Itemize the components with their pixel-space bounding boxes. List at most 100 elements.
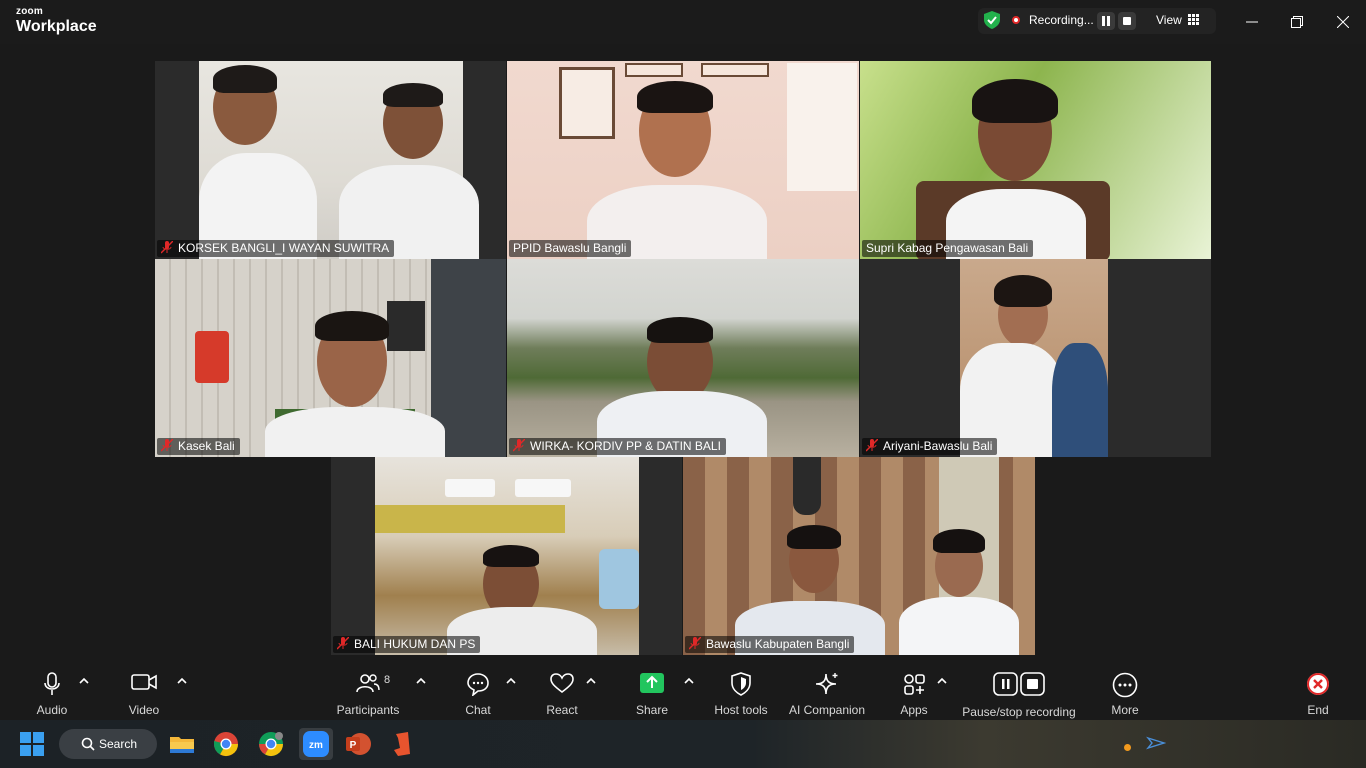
participant-hair [383,83,443,107]
share-options-chevron-up-icon[interactable] [683,676,695,686]
minimize-button[interactable] [1230,8,1274,36]
bawaslu-logo [195,331,229,383]
zoom-app-icon[interactable]: zm [299,728,333,760]
participants-label: Participants [336,703,400,717]
participant-hair [787,525,841,549]
participant-name: WIRKA- KORDIV PP & DATIN BALI [530,439,721,453]
stop-icon [1123,17,1131,25]
ai-companion-label: AI Companion [788,703,866,717]
pause-recording-button[interactable] [1097,12,1115,30]
chrome-icon[interactable] [212,730,240,758]
name-tag: KORSEK BANGLI_I WAYAN SUWITRA [157,240,395,257]
participant-hair [213,65,277,93]
react-options-chevron-up-icon[interactable] [585,676,597,686]
video-label: Video [128,703,160,717]
video-options-chevron-up-icon[interactable] [176,676,188,686]
close-button[interactable] [1321,8,1365,36]
participant-tile[interactable]: Ariyani-Bawaslu Bali [860,259,1211,457]
participant-hair [972,79,1058,123]
name-tag: WIRKA- KORDIV PP & DATIN BALI [509,438,726,455]
audio-button[interactable]: Audio [30,668,74,718]
participant-tile[interactable]: WIRKA- KORDIV PP & DATIN BALI [507,259,859,457]
more-button[interactable]: More [1103,668,1147,718]
office-app-icon[interactable] [388,730,416,758]
view-button[interactable]: View [1156,13,1182,27]
participant-video [199,61,479,259]
share-button[interactable]: Share [630,668,674,718]
chat-options-chevron-up-icon[interactable] [505,676,517,686]
more-icon [1112,672,1138,698]
participant-tile[interactable]: Supri Kabag Pengawasan Bali [860,61,1211,259]
pause-stop-recording-label: Pause/stop recording [962,705,1076,719]
participant-tile[interactable]: Bawaslu Kabupaten Bangli [683,457,1035,655]
name-tag: Kasek Bali [157,438,240,455]
participant-name: Kasek Bali [178,439,235,453]
file-explorer-icon[interactable] [168,730,196,758]
video-button[interactable]: Video [122,668,166,718]
muted-mic-icon [866,439,878,452]
meeting-toolbar: Audio Video Participants 8 Chat React Sh… [0,664,1366,720]
name-tag: Supri Kabag Pengawasan Bali [862,240,1034,257]
participant-tile-active-speaker[interactable]: PPID Bawaslu Bangli [507,61,859,259]
participant-name: PPID Bawaslu Bangli [513,241,627,255]
video-camera-icon [131,674,157,690]
host-tools-button[interactable]: Host tools [710,668,772,718]
muted-mic-icon [513,439,525,452]
name-tag: Bawaslu Kabupaten Bangli [685,636,855,653]
muted-mic-icon [689,637,701,650]
share-screen-icon [640,673,664,693]
tray-app-icon[interactable] [1146,736,1166,750]
taskbar-search[interactable]: Search [59,729,157,759]
apps-button[interactable]: Apps [892,668,936,718]
chat-label: Chat [465,703,491,717]
air-conditioner [515,479,571,497]
air-conditioner [445,479,495,497]
name-tag: PPID Bawaslu Bangli [509,240,632,257]
wall-frame [559,67,615,139]
chat-button[interactable]: Chat [456,668,500,718]
participant-tile[interactable]: BALI HUKUM DAN PS [331,457,682,655]
participant-hair [315,311,389,341]
participant-hair [483,545,539,567]
participant-name: KORSEK BANGLI_I WAYAN SUWITRA [178,241,390,255]
end-label: End [1307,703,1329,717]
window-frame [375,505,565,533]
grid-view-icon[interactable] [1188,14,1200,26]
powerpoint-icon[interactable]: P [344,730,372,758]
search-icon [81,737,95,751]
participant-hair [637,81,713,113]
apps-label: Apps [900,703,928,717]
participant-shirt [899,597,1019,655]
participants-button[interactable]: Participants [332,668,404,718]
participant-hair [647,317,713,343]
title-bar: zoom Workplace Recording... View [0,0,1366,44]
participant-shirt [1052,343,1108,457]
react-label: React [546,703,578,717]
participants-options-chevron-up-icon[interactable] [415,676,427,686]
react-button[interactable]: React [540,668,584,718]
end-meeting-button[interactable]: End [1296,668,1340,718]
participant-hair [933,529,985,553]
pause-icon [1102,16,1110,26]
ai-companion-button[interactable]: AI Companion [784,668,870,718]
participant-tile[interactable]: KORSEK BANGLI_I WAYAN SUWITRA [155,61,506,259]
restore-button[interactable] [1275,8,1319,36]
muted-mic-icon [161,241,173,254]
chrome-profile-icon[interactable] [257,730,285,758]
brand-small: zoom [16,6,43,17]
wall-frame [701,63,769,77]
apps-options-chevron-up-icon[interactable] [936,676,948,686]
participant-video [155,259,506,457]
shield-icon[interactable] [984,11,1000,29]
wall-frame [625,63,683,77]
svg-text:zm: zm [309,740,323,751]
audio-options-chevron-up-icon[interactable] [78,676,90,686]
more-label: More [1111,703,1139,717]
stop-recording-button[interactable] [1118,12,1136,30]
participant-video [860,61,1211,259]
restore-icon [1291,16,1303,28]
pause-stop-recording-button[interactable]: Pause/stop recording [958,668,1080,719]
shield-icon [731,672,751,696]
windows-start-icon[interactable] [20,732,44,756]
participant-tile[interactable]: Kasek Bali [155,259,506,457]
